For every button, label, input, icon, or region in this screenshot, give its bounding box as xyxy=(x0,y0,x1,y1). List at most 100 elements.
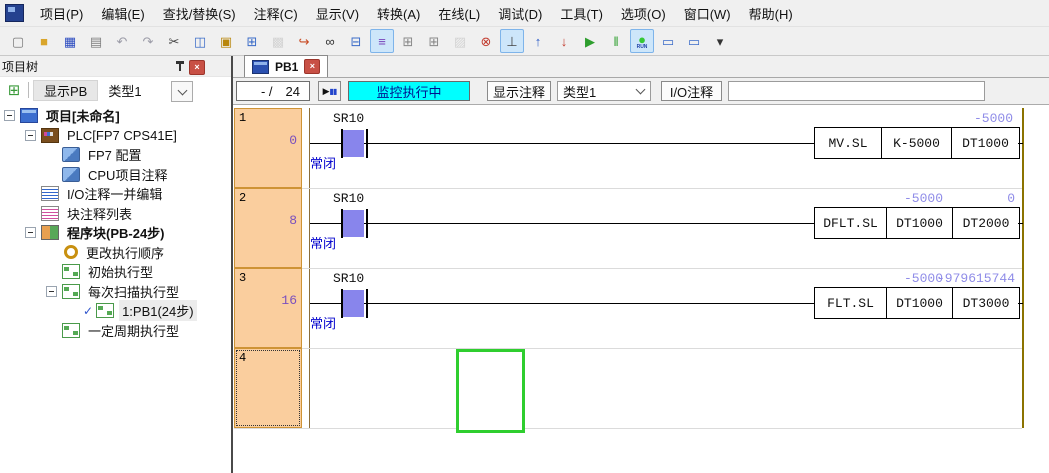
tree-item-11[interactable]: ✓1:PB1(24步) xyxy=(0,301,231,321)
menu-item-8[interactable]: 调试(D) xyxy=(489,0,551,26)
menu-item-2[interactable]: 编辑(E) xyxy=(92,0,153,26)
monitor-toggle-button[interactable]: ▶▮▮ xyxy=(318,81,341,101)
instruction-operand-3[interactable]: DT3000 xyxy=(952,288,1019,318)
display-comment-icon[interactable]: ≡ xyxy=(370,29,394,53)
tree-item-label: 块注释列表 xyxy=(64,203,135,224)
upload-from-plc-icon[interactable]: ↓ xyxy=(552,29,576,53)
download-to-plc-icon[interactable]: ↑ xyxy=(526,29,550,53)
instruction-operand-1[interactable]: MV.SL xyxy=(815,128,881,158)
project-tree-title: 项目树 xyxy=(2,58,38,75)
tree-item-label: 每次扫描执行型 xyxy=(85,281,182,302)
copy-icon[interactable]: ◫ xyxy=(188,29,212,53)
glyph: ↷ xyxy=(143,35,154,48)
edit-cursor[interactable] xyxy=(456,349,525,433)
tree-item-8[interactable]: 更改执行顺序 xyxy=(0,243,231,263)
tree-item-3[interactable]: FP7 配置 xyxy=(0,145,231,165)
tree-type-select-arrow[interactable] xyxy=(171,81,193,102)
tab-pb1[interactable]: PB1 × xyxy=(244,55,328,77)
online-mode-icon[interactable]: ⊥ xyxy=(500,29,524,53)
project-tree-panel: 项目树 × ⊞ 显示PB 类型1 项目[未命名]PLC[FP7 CPS41E]F… xyxy=(0,56,231,473)
menu-item-12[interactable]: 帮助(H) xyxy=(740,0,802,26)
monitor-halt-icon[interactable]: ‖ xyxy=(604,29,628,53)
menu-item-11[interactable]: 窗口(W) xyxy=(675,0,740,26)
tree-expander-icon[interactable] xyxy=(46,286,57,297)
redo-icon[interactable]: ↷ xyxy=(136,29,160,53)
instruction-operand-1[interactable]: DFLT.SL xyxy=(815,208,886,238)
rung-step-number: 0 xyxy=(241,133,297,148)
tree-item-2[interactable]: PLC[FP7 CPS41E] xyxy=(0,126,231,146)
tree-item-10[interactable]: 每次扫描执行型 xyxy=(0,282,231,302)
menu-item-1[interactable]: 项目(P) xyxy=(31,0,92,26)
contact-on-fill[interactable] xyxy=(343,130,364,157)
contact-on-fill[interactable] xyxy=(343,210,364,237)
menu-item-3[interactable]: 查找/替换(S) xyxy=(154,0,245,26)
contact-device-label: SR10 xyxy=(333,191,364,206)
glyph: ◫ xyxy=(194,35,206,48)
monitor-run-icon[interactable]: ▶ xyxy=(578,29,602,53)
instruction-operand-3[interactable]: DT2000 xyxy=(952,208,1019,238)
comment-input[interactable] xyxy=(728,81,985,101)
menu-item-10[interactable]: 选项(O) xyxy=(612,0,675,26)
program-block-icon xyxy=(96,303,114,318)
tree-item-label: 1:PB1(24步) xyxy=(119,300,197,321)
instruction-operand-3[interactable]: DT1000 xyxy=(951,128,1019,158)
instruction-operand-2[interactable]: K-5000 xyxy=(881,128,951,158)
instruction-operand-2[interactable]: DT1000 xyxy=(886,208,952,238)
convert-icon[interactable]: ▩ xyxy=(266,29,290,53)
tree-item-7[interactable]: 程序块(PB-24步) xyxy=(0,223,231,243)
menu-item-6[interactable]: 转换(A) xyxy=(368,0,429,26)
undo-icon[interactable]: ↶ xyxy=(110,29,134,53)
insert-instruction-icon[interactable]: ⊞ xyxy=(240,29,264,53)
tree-item-4[interactable]: CPU项目注释 xyxy=(0,165,231,185)
close-panel-button[interactable]: × xyxy=(189,60,205,75)
toolbar-more-icon[interactable]: ▾ xyxy=(708,29,732,53)
find-icon[interactable]: ∞ xyxy=(318,29,342,53)
cut-icon[interactable]: ✂ xyxy=(162,29,186,53)
jump-icon[interactable]: ↪ xyxy=(292,29,316,53)
io-map-2-icon[interactable]: ⊞ xyxy=(422,29,446,53)
instruction-operand-1[interactable]: FLT.SL xyxy=(815,288,886,318)
run-mode-icon[interactable]: ●RUN xyxy=(630,29,654,53)
show-pb-button[interactable]: 显示PB xyxy=(33,80,98,101)
glyph: ▭ xyxy=(688,35,700,48)
main-toolbar: ▢■▦▤↶↷✂◫▣⊞▩↪∞⊟≡⊞⊞▨⊗⊥↑↓▶‖●RUN▭▭▾ xyxy=(0,27,1049,56)
io-map-icon[interactable]: ⊞ xyxy=(396,29,420,53)
comment-type-select[interactable]: 类型1 xyxy=(557,81,651,101)
tree-item-1[interactable]: 项目[未命名] xyxy=(0,106,231,126)
instruction-box[interactable]: MV.SLK-5000DT1000 xyxy=(814,127,1020,159)
tree-item-6[interactable]: 块注释列表 xyxy=(0,204,231,224)
monitor-running-button[interactable]: 监控执行中 xyxy=(348,81,470,101)
paste-icon[interactable]: ▣ xyxy=(214,29,238,53)
tab-close-icon[interactable]: × xyxy=(304,59,320,74)
data-monitor-icon[interactable]: ▭ xyxy=(682,29,706,53)
open-folder-icon[interactable]: ■ xyxy=(32,29,56,53)
save-icon[interactable]: ▦ xyxy=(58,29,82,53)
contact-on-fill[interactable] xyxy=(343,290,364,317)
show-pb-filter-icon[interactable]: ⊞ xyxy=(4,81,24,99)
tree-item-12[interactable]: 一定周期执行型 xyxy=(0,321,231,341)
device-monitor-icon[interactable]: ▭ xyxy=(656,29,680,53)
instruction-box[interactable]: FLT.SLDT1000DT3000 xyxy=(814,287,1020,319)
tree-expander-icon[interactable] xyxy=(25,227,36,238)
tree-type-select-value[interactable]: 类型1 xyxy=(108,81,141,100)
print-icon[interactable]: ▤ xyxy=(84,29,108,53)
menu-item-9[interactable]: 工具(T) xyxy=(551,0,612,26)
monitor-value: -5000 xyxy=(974,111,1013,126)
tree-item-5[interactable]: I/O注释一并编辑 xyxy=(0,184,231,204)
menu-item-4[interactable]: 注释(C) xyxy=(245,0,307,26)
tree-item-9[interactable]: 初始执行型 xyxy=(0,262,231,282)
menu-item-7[interactable]: 在线(L) xyxy=(429,0,489,26)
clear-plc-icon[interactable]: ⊗ xyxy=(474,29,498,53)
tree-expander-icon[interactable] xyxy=(25,130,36,141)
instruction-operand-2[interactable]: DT1000 xyxy=(886,288,952,318)
glyph: ▦ xyxy=(64,35,76,48)
new-file-icon[interactable]: ▢ xyxy=(6,29,30,53)
pin-icon[interactable] xyxy=(175,61,185,72)
menu-item-5[interactable]: 显示(V) xyxy=(307,0,368,26)
io-comment-button[interactable]: I/O注释 xyxy=(661,81,722,101)
show-comment-button[interactable]: 显示注释 xyxy=(487,81,551,101)
register-monitor-icon[interactable]: ⊟ xyxy=(344,29,368,53)
tree-expander-icon[interactable] xyxy=(4,110,15,121)
instruction-box[interactable]: DFLT.SLDT1000DT2000 xyxy=(814,207,1020,239)
edit-disabled-icon[interactable]: ▨ xyxy=(448,29,472,53)
